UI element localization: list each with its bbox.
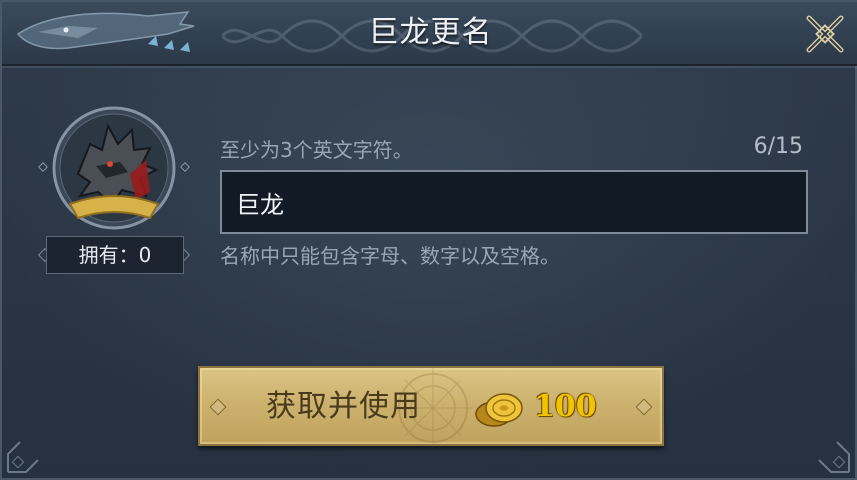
dragon-name-input[interactable]: [220, 170, 808, 234]
corner-ornament-icon: [818, 441, 850, 473]
close-x-icon: [806, 15, 844, 53]
allowed-characters-hint: 名称中只能包含字母、数字以及空格。: [220, 244, 560, 268]
diamond-ornament-icon: [180, 162, 190, 172]
close-button[interactable]: [805, 14, 845, 54]
gold-coin-icon: [475, 393, 523, 427]
get-and-use-button[interactable]: 获取并使用 100: [198, 366, 664, 448]
dragon-avatar: [38, 104, 190, 234]
price-value: 100: [534, 389, 597, 424]
dialog-header: 巨龙更名: [2, 2, 857, 66]
name-length-hint: 至少为3个英文字符。: [220, 138, 413, 162]
dialog-title: 巨龙更名: [368, 15, 493, 50]
character-counter: 6/15: [753, 134, 803, 159]
corner-ornament-icon: [7, 441, 39, 473]
get-and-use-label: 获取并使用: [266, 389, 421, 424]
diamond-ornament-icon: [38, 162, 48, 172]
dragon-portrait-icon: [52, 106, 176, 230]
rename-dialog: 巨龙更名 拥有：0 至少为3个英文字符。 6/15 名称中只能包含字母、数字以及…: [0, 0, 857, 480]
owned-count: 拥有：0: [46, 236, 184, 274]
